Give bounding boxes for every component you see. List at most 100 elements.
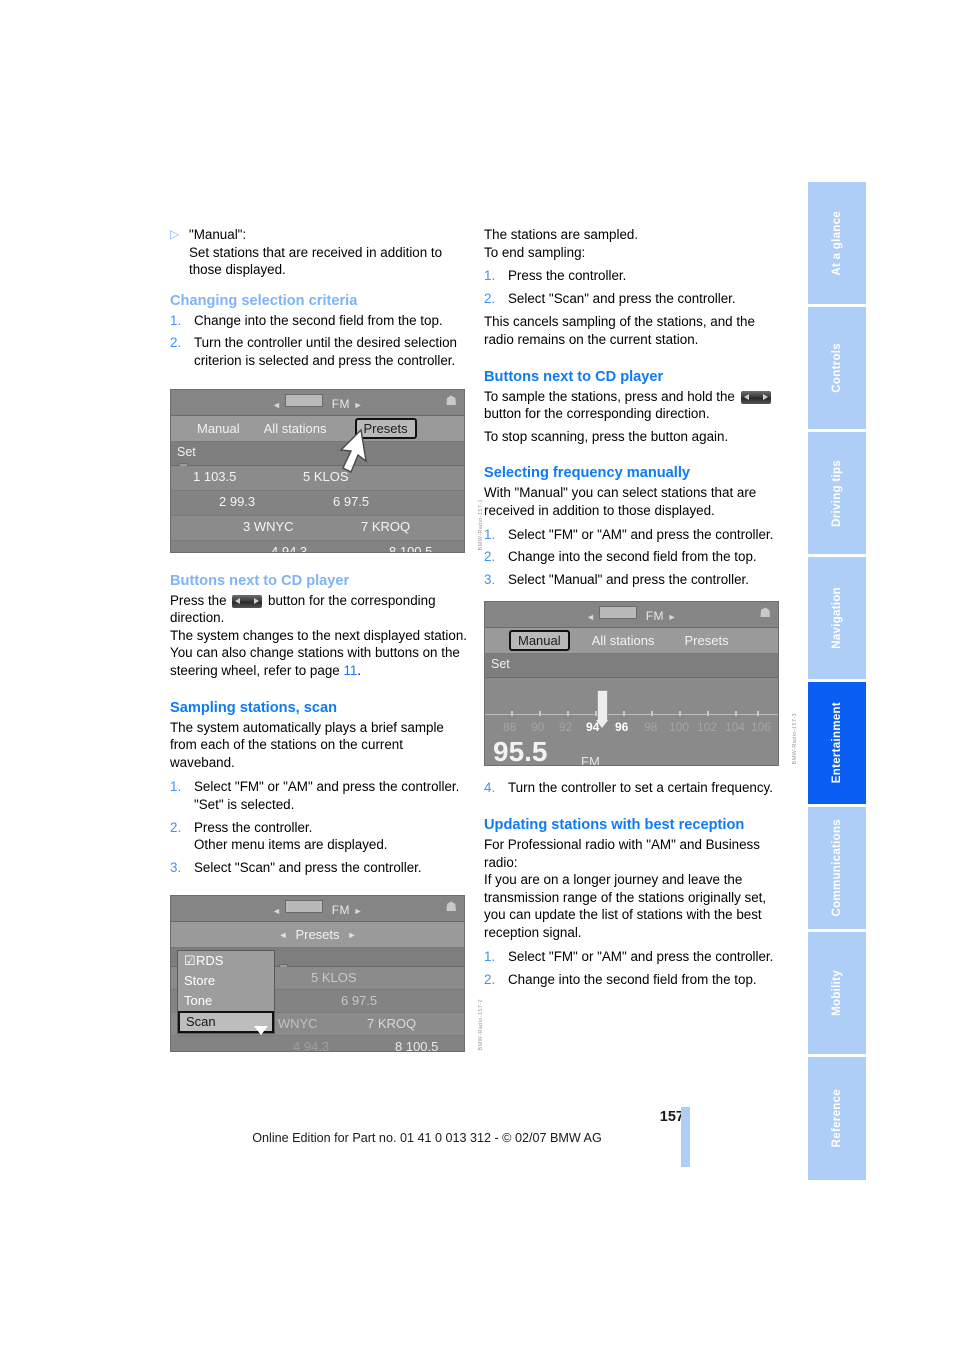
preset-right: 6 97.5 [341, 993, 378, 1009]
list-subtext: "Set" is selected. [194, 796, 295, 812]
left-text-column: ▷ "Manual": Set stations that are receiv… [170, 226, 484, 1053]
scale-label: 98 [644, 720, 658, 735]
list-number: 2. [484, 549, 496, 565]
scroll-down-arrow-icon[interactable] [254, 1026, 268, 1036]
current-frequency: 95.5 [493, 736, 548, 767]
scale-label: 90 [531, 720, 545, 735]
list-number: 2. [170, 335, 182, 351]
paragraph-sample-hold: To sample the stations, press and hold t… [484, 388, 784, 423]
list-text: Select "Scan" and press the controller. [194, 859, 422, 875]
band-label: FM [645, 609, 664, 624]
preset-row[interactable]: 4 94.3 8 100.5 [171, 1036, 464, 1052]
sidebar-item-controls[interactable]: Controls [808, 307, 866, 429]
home-icon[interactable]: ☗ [445, 899, 457, 915]
sidebar-item-at-a-glance[interactable]: At a glance [808, 182, 866, 304]
list-text: Change into the second field from the to… [508, 549, 757, 565]
list-item: 1. Select "FM" or "AM" and press the con… [484, 526, 784, 544]
preset-left: 1 103.5 [193, 468, 237, 484]
sidebar-item-label: Communications [831, 819, 843, 917]
list-text: Turn the controller until the desired se… [194, 335, 457, 368]
list-text: Change into the second field from the to… [194, 312, 443, 328]
preset-row[interactable]: 3 WNYC 7 KROQ [171, 515, 464, 541]
radio-display-3: ◄ FM ► ☗ Manual All stations Presets Set [484, 601, 779, 767]
next-arrow-icon[interactable]: ► [348, 930, 357, 940]
sidebar-item-entertainment[interactable]: Entertainment [808, 682, 866, 804]
tuning-needle[interactable] [596, 690, 608, 729]
paragraph-buttons-cd-1: Press the button for the corresponding d… [170, 592, 470, 627]
sidebar-item-mobility[interactable]: Mobility [808, 932, 866, 1054]
page-number: 157 [659, 1109, 684, 1125]
page-reference-link[interactable]: 11 [343, 663, 357, 678]
menu-item-manual[interactable]: Manual [509, 630, 570, 652]
list-item: 3. Select "Scan" and press the controlle… [170, 859, 470, 877]
sidebar-item-driving-tips[interactable]: Driving tips [808, 432, 866, 554]
scale-tick [511, 711, 513, 717]
frequency-scale[interactable]: 88 90 92 94 96 98 100 102 104 106 95.5 F… [485, 678, 778, 766]
scale-label: 106 [751, 720, 772, 735]
radio-unit-icon [285, 900, 324, 914]
band-label: FM [331, 903, 350, 918]
menu-item-presets[interactable]: Presets [287, 927, 347, 942]
menu-item-all-stations[interactable]: All stations [256, 421, 335, 436]
manual-page: At a glance Controls Driving tips Naviga… [0, 0, 954, 1351]
menu-item-tone[interactable]: Tone [178, 991, 274, 1011]
home-icon[interactable]: ☗ [759, 605, 771, 621]
heading-selecting-frequency-manually: Selecting frequency manually [484, 465, 691, 482]
sidebar-item-reference[interactable]: Reference [808, 1057, 866, 1180]
text-after-icon: button for the corresponding direction. [484, 406, 710, 422]
list-number: 2. [484, 972, 496, 988]
radio-unit-icon [285, 393, 324, 407]
current-band: FM [581, 754, 600, 767]
next-arrow-icon: ► [353, 399, 363, 410]
sidebar-item-label: At a glance [831, 210, 843, 276]
prev-arrow-icon[interactable]: ◄ [279, 930, 288, 940]
display-set-row: Set [485, 654, 778, 679]
scale-tick [707, 711, 709, 717]
preset-row[interactable]: 1 103.5 5 KLOS [171, 465, 464, 491]
sidebar-item-label: Navigation [831, 587, 843, 649]
list-end-sampling: 1. Press the controller. 2. Select "Scan… [484, 267, 784, 307]
preset-right: 7 KROQ [367, 1016, 417, 1032]
list-text: Select "Scan" and press the controller. [508, 290, 736, 306]
triangle-bullet-icon: ▷ [170, 227, 180, 241]
paragraph-stop-scanning: To stop scanning, press the button again… [484, 428, 729, 444]
list-number: 3. [170, 859, 182, 875]
paragraph-to-end-sampling: To end sampling: [484, 244, 586, 260]
menu-item-all-stations[interactable]: All stations [584, 633, 663, 648]
menu-item-manual[interactable]: Manual [189, 421, 248, 436]
sidebar-item-communications[interactable]: Communications [808, 807, 866, 929]
menu-item-presets[interactable]: Presets [354, 417, 417, 439]
list-item: 2. Change into the second field from the… [484, 971, 784, 989]
bullet-line-1: "Manual": [189, 227, 247, 242]
skip-button-icon [740, 390, 771, 404]
preset-row[interactable]: 2 99.3 6 97.5 [171, 490, 464, 516]
preset-left: 4 94.3 [271, 543, 308, 553]
paragraph-cancel-sampling: This cancels sampling of the stations, a… [484, 314, 755, 347]
sidebar-item-label: Driving tips [831, 459, 843, 527]
bullet-item-manual: ▷ "Manual": Set stations that are receiv… [170, 226, 470, 279]
display-menubar: Manual All stations Presets [485, 628, 778, 655]
preset-right: 8 100.5 [389, 543, 433, 553]
preset-row[interactable]: 4 94.3 8 100.5 [171, 540, 464, 553]
heading-changing-selection-criteria: Changing selection criteria [170, 292, 358, 309]
footer-note: Online Edition for Part no. 01 41 0 013 … [252, 1131, 602, 1145]
preset-right: 6 97.5 [333, 493, 370, 509]
scale-tick [757, 711, 759, 717]
heading-sampling-stations-scan: Sampling stations, scan [170, 699, 338, 716]
menu-item-presets[interactable]: Presets [677, 633, 737, 648]
list-number: 2. [484, 290, 496, 306]
paragraph-updating-2: If you are on a longer journey and leave… [484, 872, 767, 940]
prev-arrow-icon: ◄ [272, 906, 282, 917]
sidebar-item-navigation[interactable]: Navigation [808, 557, 866, 679]
context-menu: ☑RDS Store Tone Scan [177, 950, 275, 1036]
list-number: 1. [170, 779, 182, 795]
home-icon[interactable]: ☗ [445, 393, 457, 409]
list-text: Select "Manual" and press the controller… [508, 571, 749, 587]
paragraph-buttons-cd-3: You can also change stations with button… [170, 644, 470, 679]
preset-right: 8 100.5 [395, 1039, 439, 1053]
display-set-row: Set [171, 441, 464, 466]
scale-label: 88 [503, 720, 517, 735]
scale-label: 102 [697, 720, 718, 735]
menu-item-store[interactable]: Store [178, 971, 274, 991]
menu-item-rds[interactable]: ☑RDS [178, 951, 274, 971]
